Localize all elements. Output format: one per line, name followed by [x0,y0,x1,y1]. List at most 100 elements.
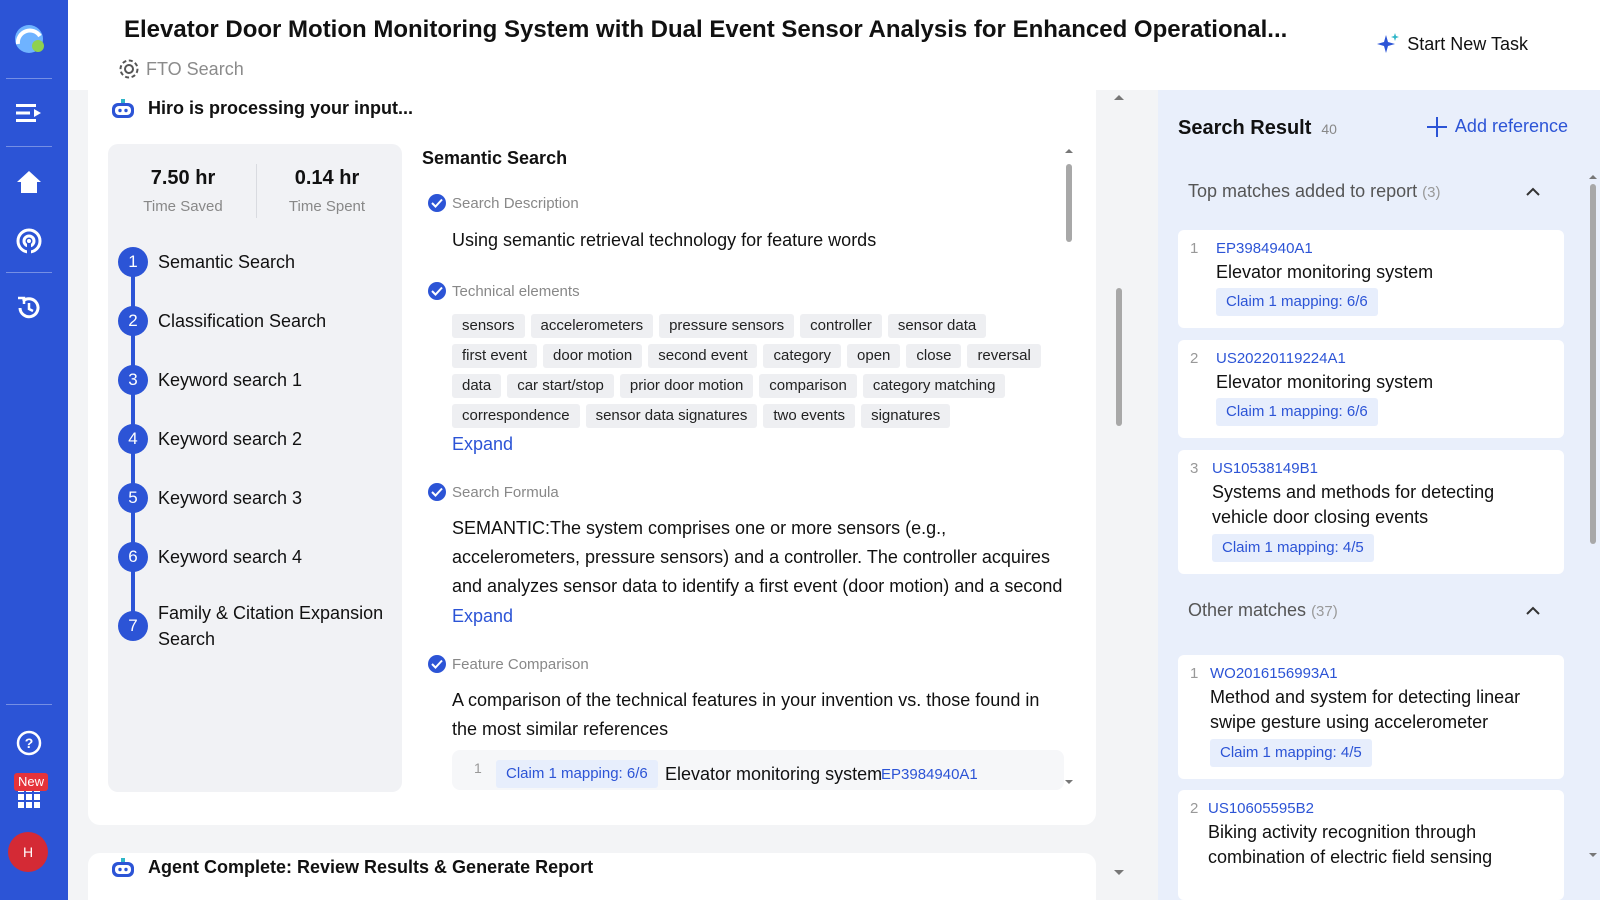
step-keyword-search-2[interactable]: 4 Keyword search 2 [118,424,388,454]
tag-chip: first event [452,344,537,368]
top-matches-header[interactable]: Top matches added to report (3) [1188,181,1441,202]
detail-scrollbar[interactable] [1062,144,1076,790]
claim-mapping-badge: Claim 1 mapping: 6/6 [496,760,658,788]
start-new-task-button[interactable]: Start New Task [1377,33,1528,55]
result-id-link[interactable]: US10538149B1 [1212,460,1318,477]
tag-chip: second event [648,344,757,368]
step-number: 1 [118,247,148,277]
add-reference-button[interactable]: Add reference [1427,116,1568,137]
result-id-link[interactable]: EP3984940A1 [1216,240,1313,257]
other-matches-count: (37) [1311,603,1338,620]
new-badge: New [14,773,48,791]
tag-chip: car start/stop [507,374,614,398]
tag-chip: signatures [861,404,950,428]
other-matches-header[interactable]: Other matches (37) [1188,600,1338,621]
user-avatar[interactable]: H [8,832,48,872]
search-description-text: Using semantic retrieval technology for … [452,226,1064,255]
detail-title: Semantic Search [422,148,567,169]
help-icon[interactable]: ? [14,728,44,758]
tag-chip: sensor data signatures [586,404,758,428]
tag-chip: sensor data [888,314,986,338]
time-spent-label: Time Spent [254,198,400,215]
step-label: Keyword search 3 [158,483,388,511]
tag-chip: prior door motion [620,374,753,398]
rail-divider [6,78,52,79]
time-saved-label: Time Saved [110,198,256,215]
step-number: 2 [118,306,148,336]
history-icon[interactable] [14,293,44,323]
expand-formula-link[interactable]: Expand [452,606,513,627]
result-index: 2 [1190,350,1198,367]
check-icon [428,483,446,501]
tag-chip: two events [763,404,855,428]
step-number: 3 [118,365,148,395]
expand-tags-link[interactable]: Expand [452,434,513,455]
time-spent: 0.14 hr Time Spent [254,164,400,215]
result-title: Systems and methods for detecting vehicl… [1212,480,1552,530]
radar-icon[interactable] [14,226,44,256]
tag-chip: correspondence [452,404,580,428]
result-card[interactable]: 1 WO2016156993A1 Method and system for d… [1178,655,1564,779]
step-classification-search[interactable]: 2 Classification Search [118,306,388,336]
plus-icon [1427,117,1447,137]
results-scrollbar[interactable] [1586,170,1600,900]
agent-complete-card[interactable]: Agent Complete: Review Results & Generat… [88,853,1096,900]
rail-divider [6,704,52,705]
row-index: 1 [474,760,482,776]
claim-mapping-badge: Claim 1 mapping: 6/6 [1216,398,1378,426]
step-keyword-search-4[interactable]: 6 Keyword search 4 [118,542,388,572]
step-keyword-search-3[interactable]: 5 Keyword search 3 [118,483,388,513]
result-card[interactable]: 2 US20220119224A1 Elevator monitoring sy… [1178,340,1564,438]
result-index: 1 [1190,240,1198,257]
chevron-up-icon[interactable] [1524,183,1542,201]
search-result-title: Search Result [1178,117,1311,140]
chevron-up-icon[interactable] [1524,602,1542,620]
app-logo-icon[interactable] [12,22,46,56]
result-id-link[interactable]: US10605595B2 [1208,800,1314,817]
result-index: 3 [1190,460,1198,477]
page-title: Elevator Door Motion Monitoring System w… [124,16,1414,44]
result-id-link[interactable]: WO2016156993A1 [1210,665,1338,682]
robot-icon [110,858,136,878]
search-formula-text: SEMANTIC:The system comprises one or mor… [452,514,1064,601]
result-id-link[interactable]: US20220119224A1 [1216,350,1346,367]
tag-chip: category matching [863,374,1006,398]
feature-comparison-row[interactable]: 1 Claim 1 mapping: 6/6 Elevator monitori… [452,750,1064,790]
time-spent-value: 0.14 hr [254,164,400,192]
agent-complete-heading: Agent Complete: Review Results & Generat… [148,857,593,878]
result-card[interactable]: 2 US10605595B2 Biking activity recogniti… [1178,790,1564,900]
top-matches-label: Top matches added to report [1188,181,1417,201]
result-card[interactable]: 3 US10538149B1 Systems and methods for d… [1178,450,1564,574]
search-formula-section: Search Formula [428,483,559,501]
step-label: Keyword search 1 [158,365,388,393]
steps-panel: 7.50 hr Time Saved 0.14 hr Time Spent 1 … [108,144,402,792]
other-matches-label: Other matches [1188,600,1306,620]
reference-id-link[interactable]: EP3984940A1 [881,766,978,783]
step-detail-panel: Semantic Search Search Description Using… [422,144,1072,792]
subtitle-label: FTO Search [146,59,244,80]
result-index: 1 [1190,665,1198,682]
claim-mapping-badge: Claim 1 mapping: 4/5 [1212,534,1374,562]
main-scrollbar[interactable] [1111,90,1127,900]
menu-collapse-icon[interactable] [14,98,44,128]
technical-elements-label: Technical elements [452,283,580,300]
step-label: Classification Search [158,306,388,334]
time-saved-value: 7.50 hr [110,164,256,192]
result-title: Elevator monitoring system [1216,260,1556,285]
robot-icon [110,99,136,119]
gear-icon [118,58,140,80]
tag-chip: pressure sensors [659,314,794,338]
step-family-citation-search[interactable]: 7 Family & Citation Expansion Search [118,598,388,652]
feature-comparison-text: A comparison of the technical features i… [452,686,1064,744]
home-icon[interactable] [14,167,44,197]
step-semantic-search[interactable]: 1 Semantic Search [118,247,388,277]
technical-elements-tags: sensorsaccelerometerspressure sensorscon… [452,314,1072,428]
result-title: Method and system for detecting linear s… [1210,685,1560,735]
tag-chip: category [763,344,841,368]
step-keyword-search-1[interactable]: 3 Keyword search 1 [118,365,388,395]
result-card[interactable]: 1 EP3984940A1 Elevator monitoring system… [1178,230,1564,328]
step-label: Family & Citation Expansion Search [158,598,388,652]
search-result-header: Search Result 40 [1178,117,1337,140]
sparkle-icon [1377,33,1399,55]
tag-chip: close [906,344,961,368]
